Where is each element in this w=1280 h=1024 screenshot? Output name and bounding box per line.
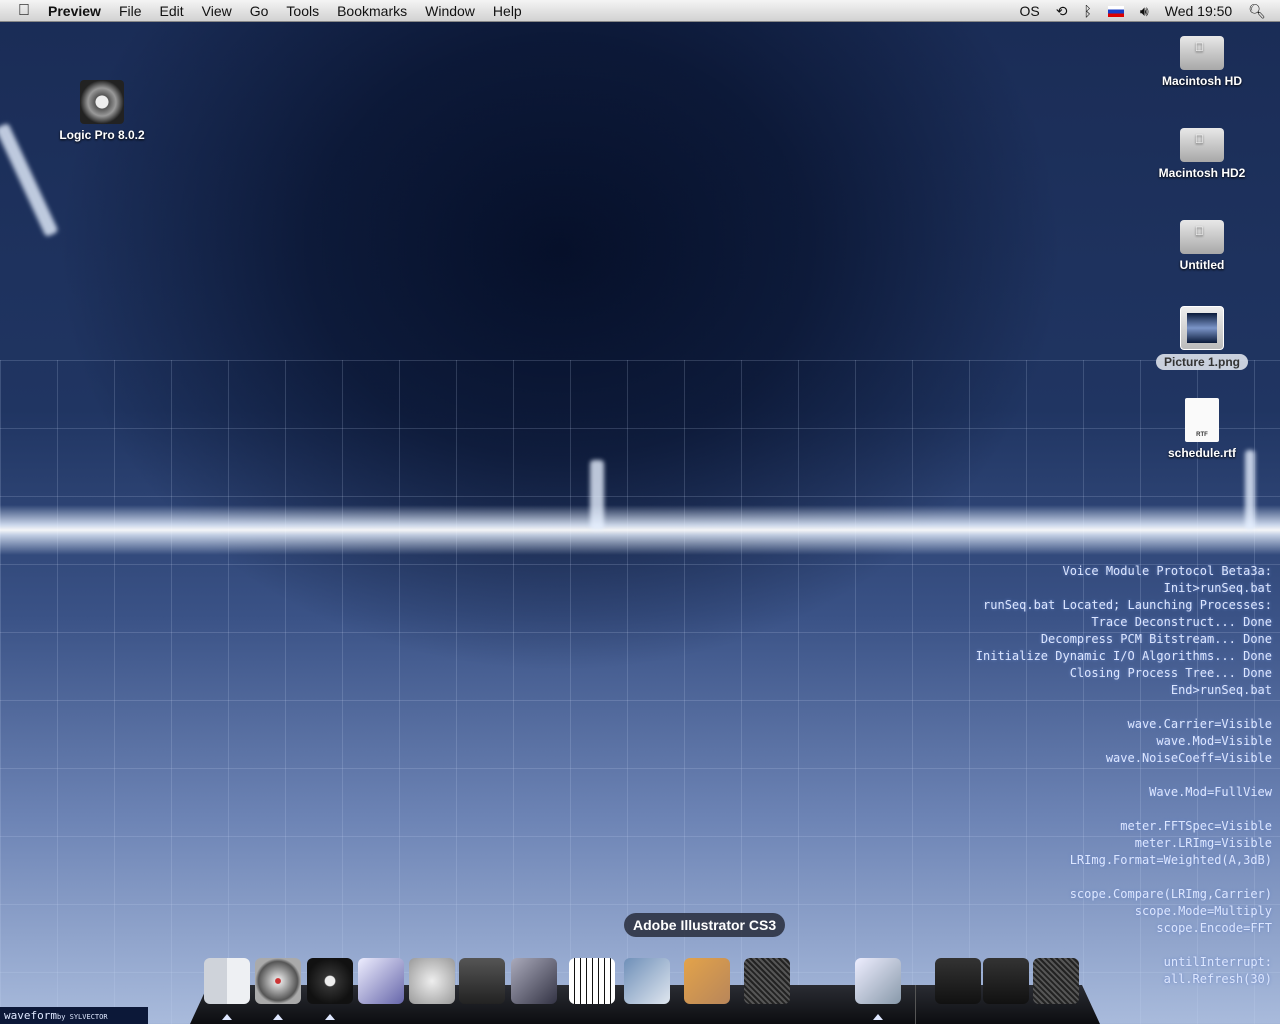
dock-separator bbox=[915, 985, 916, 1024]
dock-flash-icon[interactable] bbox=[409, 958, 455, 1004]
dock-preview-icon[interactable] bbox=[855, 958, 901, 1004]
wallpaper-text-line: Wave.Mod=FullView bbox=[1149, 785, 1272, 799]
wallpaper-text-line: wave.NoiseCoeff=Visible bbox=[1105, 751, 1272, 765]
wallpaper-text-line: wave.Carrier=Visible bbox=[1127, 717, 1273, 731]
menu-view[interactable]: View bbox=[193, 3, 241, 19]
apple-icon[interactable]:  bbox=[0, 2, 39, 20]
menu-help[interactable]: Help bbox=[484, 3, 531, 19]
running-indicator bbox=[873, 1014, 883, 1020]
wallpaper-streak bbox=[1245, 450, 1255, 530]
desktop-icon-logic-pro[interactable]: Logic Pro 8.0.2 bbox=[47, 80, 157, 142]
image-thumbnail-icon bbox=[1180, 306, 1224, 350]
wallpaper-text-line: Voice Module Protocol Beta3a: bbox=[1062, 564, 1272, 578]
icon-label: Macintosh HD2 bbox=[1158, 166, 1246, 180]
wallpaper-text-line bbox=[976, 937, 1272, 954]
wallpaper-text-line: Decompress PCM Bitstream... Done bbox=[1040, 632, 1272, 646]
running-indicator bbox=[222, 1014, 232, 1020]
wallpaper-text-line: meter.FFTSpec=Visible bbox=[1120, 819, 1272, 833]
wallpaper-text-line: LRImg.Format=Weighted(A,3dB) bbox=[1069, 853, 1272, 867]
time-machine-icon[interactable]: ⟲ bbox=[1048, 3, 1076, 20]
wallpaper-text-line: meter.LRImg=Visible bbox=[1134, 836, 1272, 850]
menu-file[interactable]: File bbox=[110, 3, 151, 19]
dock-illustrator-icon[interactable] bbox=[684, 958, 730, 1004]
desktop-icon-macintosh-hd[interactable]: Macintosh HD bbox=[1147, 30, 1257, 88]
wallpaper-brand-logo: waveformby SYLVECTOR bbox=[0, 1007, 148, 1024]
wallpaper-text-line bbox=[976, 801, 1272, 818]
dock-logic-pro-icon[interactable] bbox=[459, 958, 505, 1004]
wallpaper-streak bbox=[590, 460, 604, 530]
icon-label: Macintosh HD bbox=[1161, 74, 1242, 88]
wallpaper-text-line: Closing Process Tree... Done bbox=[1069, 666, 1272, 680]
dock-guitar-pro-5-icon[interactable] bbox=[358, 958, 404, 1004]
wallpaper-waveform bbox=[0, 505, 1280, 555]
icon-label: Picture 1.png bbox=[1155, 354, 1248, 370]
document-icon: RTF bbox=[1185, 398, 1219, 442]
dock-finder-icon[interactable] bbox=[204, 958, 250, 1004]
icon-label: schedule.rtf bbox=[1167, 446, 1236, 460]
dock-utilities-folder-icon[interactable] bbox=[935, 958, 981, 1004]
wallpaper-text-line: runSeq.bat Located; Launching Processes: bbox=[983, 598, 1272, 612]
wallpaper-text-line: End>runSeq.bat bbox=[1170, 683, 1272, 697]
wallpaper-text-line: Init>runSeq.bat bbox=[1163, 581, 1272, 595]
wallpaper-text-line bbox=[976, 767, 1272, 784]
running-indicator bbox=[273, 1014, 283, 1020]
wallpaper-text-line bbox=[976, 869, 1272, 886]
wallpaper-text-line: scope.Mode=Multiply bbox=[1134, 904, 1272, 918]
menu-window[interactable]: Window bbox=[416, 3, 484, 19]
menu-app[interactable]: Preview bbox=[39, 3, 110, 19]
dock-safari-icon[interactable] bbox=[255, 958, 301, 1004]
menu-bar:  Preview File Edit View Go Tools Bookma… bbox=[0, 0, 1280, 22]
hard-drive-icon bbox=[1180, 36, 1224, 70]
icon-label: Untitled bbox=[1179, 258, 1225, 272]
dock-mixer-icon[interactable] bbox=[511, 958, 557, 1004]
dock-tooltip: Adobe Illustrator CS3 bbox=[624, 913, 786, 937]
dock-keyboard-icon[interactable] bbox=[569, 958, 615, 1004]
bluetooth-icon[interactable]: ᛒ bbox=[1076, 3, 1100, 19]
wallpaper-text-line: Initialize Dynamic I/O Algorithms... Don… bbox=[975, 649, 1272, 663]
menu-bookmarks[interactable]: Bookmarks bbox=[328, 3, 416, 19]
dock-dvd-player-icon[interactable] bbox=[307, 958, 353, 1004]
wallpaper-text: Voice Module Protocol Beta3a: Init>runSeq… bbox=[976, 563, 1272, 988]
wallpaper-text-line: scope.Encode=FFT bbox=[1156, 921, 1272, 935]
menu-go[interactable]: Go bbox=[241, 3, 278, 19]
running-indicator bbox=[325, 1014, 335, 1020]
volume-icon[interactable]: 🔊︎ bbox=[1132, 3, 1157, 20]
desktop-icon-picture[interactable]: Picture 1.png bbox=[1147, 306, 1257, 370]
desktop-icon-schedule-rtf[interactable]: RTF schedule.rtf bbox=[1147, 398, 1257, 460]
flag-slovenia-icon[interactable] bbox=[1107, 5, 1124, 17]
logic-pro-icon bbox=[80, 80, 124, 124]
desktop-icon-untitled[interactable]: Untitled bbox=[1147, 214, 1257, 272]
dock-downloads-folder-icon[interactable] bbox=[983, 958, 1029, 1004]
clock[interactable]: Wed 19:50 bbox=[1157, 3, 1240, 19]
desktop-icon-macintosh-hd2[interactable]: Macintosh HD2 bbox=[1147, 122, 1257, 180]
menu-tools[interactable]: Tools bbox=[277, 3, 328, 19]
dock-photoshop-icon[interactable] bbox=[624, 958, 670, 1004]
wallpaper-text-line: wave.Mod=Visible bbox=[1156, 734, 1272, 748]
menu-edit[interactable]: Edit bbox=[151, 3, 193, 19]
wallpaper-text-line: scope.Compare(LRImg,Carrier) bbox=[1069, 887, 1272, 901]
wallpaper-text-line bbox=[976, 699, 1272, 716]
lastfm-icon[interactable]: OS bbox=[1012, 3, 1048, 19]
hard-drive-icon bbox=[1180, 220, 1224, 254]
dock-trash-full-icon[interactable] bbox=[744, 958, 790, 1004]
dock-trash-icon[interactable] bbox=[1033, 958, 1079, 1004]
wallpaper-text-line: Trace Deconstruct... Done bbox=[1091, 615, 1272, 629]
hard-drive-icon bbox=[1180, 128, 1224, 162]
icon-label: Logic Pro 8.0.2 bbox=[59, 128, 145, 142]
spotlight-icon[interactable]: 🔍︎ bbox=[1240, 3, 1280, 20]
